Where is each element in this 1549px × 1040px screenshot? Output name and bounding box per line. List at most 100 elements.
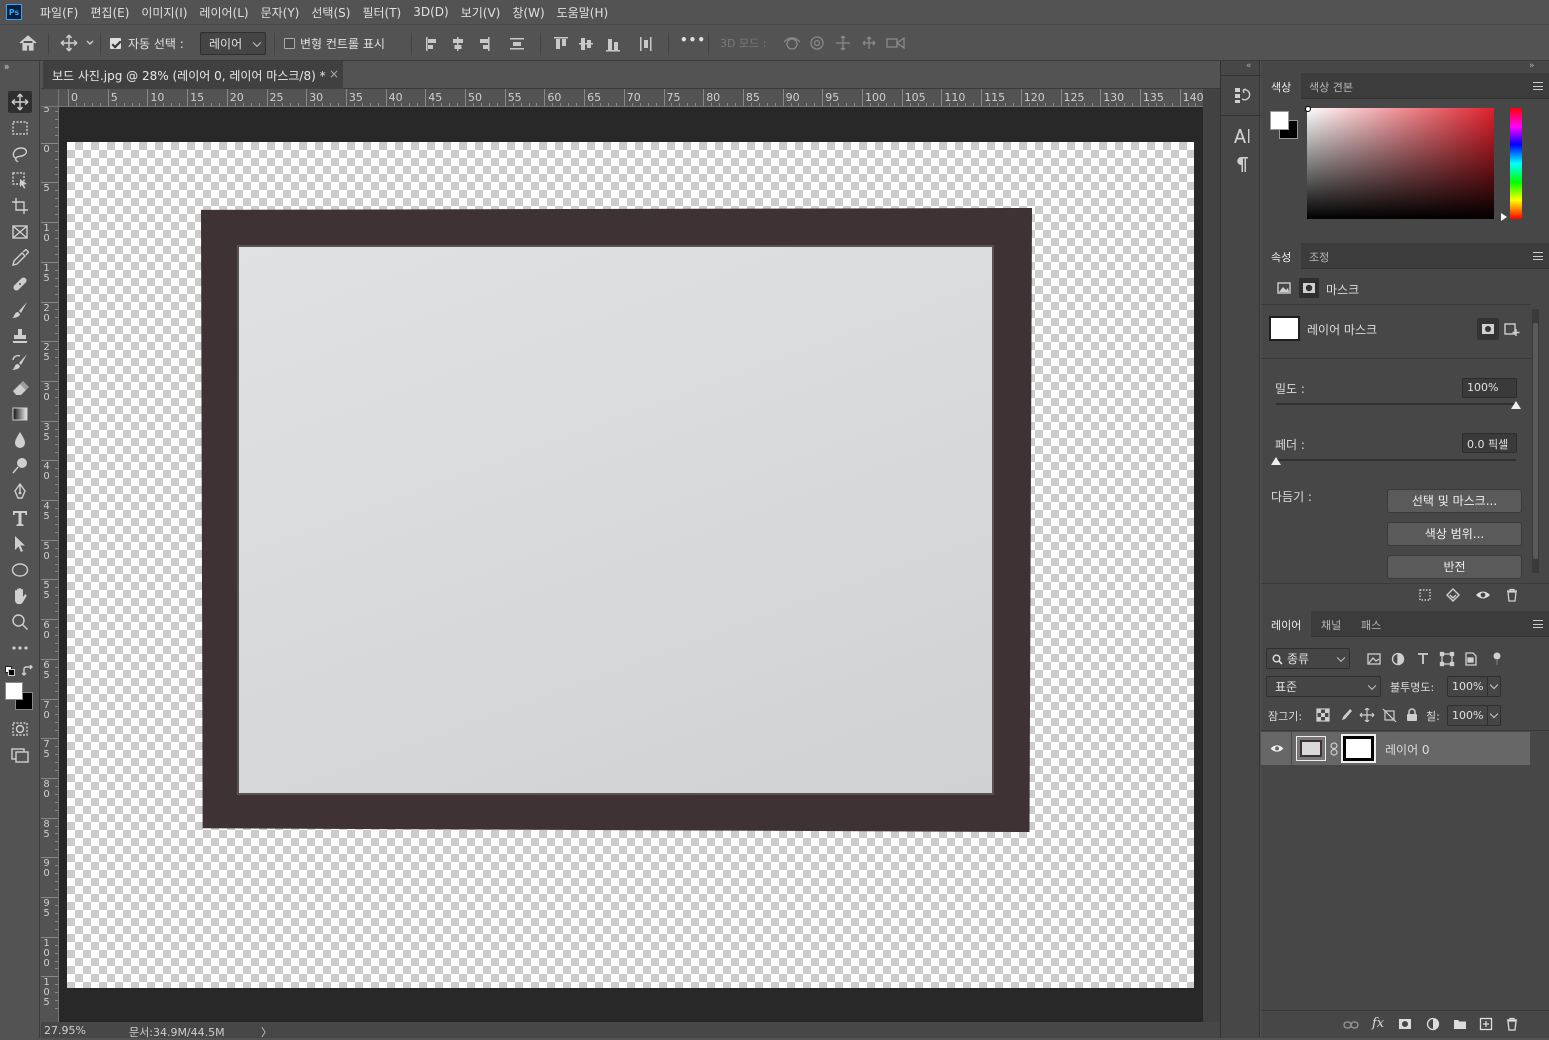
tab-channels[interactable]: 채널 (1311, 611, 1351, 637)
edit-toolbar-icon[interactable] (8, 637, 32, 659)
blur-tool-icon[interactable] (8, 429, 32, 451)
type-tool-icon[interactable] (8, 507, 32, 529)
default-colors-icon[interactable] (5, 666, 15, 676)
vertical-scrollbar[interactable] (1203, 89, 1220, 1022)
delete-mask-icon[interactable] (1505, 588, 1519, 602)
eyedropper-tool-icon[interactable] (8, 247, 32, 269)
color-field-picker[interactable] (1305, 106, 1311, 112)
density-slider-knob[interactable] (1511, 401, 1521, 409)
layer-visibility-eye-icon[interactable] (1270, 743, 1284, 754)
link-layers-icon[interactable] (1343, 1018, 1359, 1032)
properties-panel-menu-icon[interactable] (1533, 252, 1543, 260)
zoom-level[interactable]: 27.95% (44, 1024, 86, 1037)
layer-row[interactable]: 레이어 0 (1261, 732, 1530, 765)
feather-slider[interactable] (1276, 459, 1516, 461)
vertical-ruler[interactable]: 5 0 5 1 0 1 5 2 0 2 5 3 0 3 5 4 0 4 5 5 0 5 5 6 0 6 5 7… (41, 107, 59, 1022)
delete-layer-icon[interactable] (1505, 1017, 1519, 1031)
pixel-layer-icon[interactable] (1277, 281, 1291, 295)
clone-stamp-tool-icon[interactable] (8, 325, 32, 347)
collapse-panels-icon[interactable]: » (1529, 61, 1535, 71)
opacity-dropdown-arrow[interactable] (1487, 677, 1501, 696)
hue-slider[interactable] (1510, 108, 1522, 219)
tab-color[interactable]: 색상 (1261, 73, 1302, 99)
add-vector-mask-icon[interactable] (1504, 321, 1520, 337)
select-and-mask-button[interactable]: 선택 및 마스크... (1387, 489, 1522, 513)
menu-view[interactable]: 보기(V) (455, 4, 507, 21)
invert-button[interactable]: 반전 (1387, 555, 1522, 579)
panel-collapse-icon[interactable]: » (4, 62, 10, 72)
new-layer-icon[interactable] (1479, 1017, 1493, 1031)
toggle-mask-visibility-icon[interactable] (1475, 588, 1491, 602)
menu-file[interactable]: 파일(F) (34, 4, 84, 21)
hue-slider-knob[interactable] (1501, 213, 1507, 221)
new-adjustment-layer-icon[interactable] (1426, 1017, 1440, 1031)
layer-filter-kind-dropdown[interactable]: 종류 (1266, 648, 1350, 669)
character-panel-icon[interactable] (1233, 127, 1251, 145)
menu-type[interactable]: 문자(Y) (255, 4, 306, 21)
layer-mask-link-icon[interactable] (1330, 742, 1338, 756)
menu-select[interactable]: 선택(S) (305, 4, 356, 21)
foreground-color-swatch[interactable] (5, 682, 23, 700)
tab-swatches[interactable]: 색상 견본 (1299, 73, 1363, 99)
healing-brush-tool-icon[interactable] (8, 273, 32, 295)
fill-dropdown-arrow[interactable] (1487, 706, 1501, 725)
quick-mask-icon[interactable] (8, 718, 32, 740)
path-selection-tool-icon[interactable] (8, 533, 32, 555)
new-group-folder-icon[interactable] (1453, 1017, 1467, 1031)
document-tab[interactable]: 보드 사진.jpg @ 28% (레이어 0, 레이어 마스크/8) * × (43, 61, 343, 89)
history-panel-icon[interactable] (1233, 86, 1251, 104)
color-range-button[interactable]: 색상 범위... (1387, 522, 1522, 546)
close-tab-icon[interactable]: × (329, 67, 339, 81)
menu-edit[interactable]: 편집(E) (84, 4, 135, 21)
tab-adjustments[interactable]: 조정 (1299, 243, 1339, 269)
layer-mask-thumbnail-small[interactable] (1341, 734, 1376, 763)
menu-layer[interactable]: 레이어(L) (193, 4, 254, 21)
color-panel-menu-icon[interactable] (1533, 82, 1543, 90)
menu-image[interactable]: 이미지(I) (135, 4, 193, 21)
rectangular-marquee-tool-icon[interactable] (8, 117, 32, 139)
zoom-tool-icon[interactable] (8, 611, 32, 633)
properties-scrollbar[interactable] (1532, 309, 1539, 573)
tab-paths[interactable]: 패스 (1351, 611, 1391, 637)
move-tool-icon[interactable] (8, 91, 32, 113)
color-field[interactable] (1307, 108, 1494, 219)
move-tool-preset-icon[interactable] (60, 34, 96, 52)
dodge-tool-icon[interactable] (8, 455, 32, 477)
tab-properties[interactable]: 속성 (1261, 243, 1302, 269)
gradient-tool-icon[interactable] (8, 403, 32, 425)
hand-tool-icon[interactable] (8, 585, 32, 607)
pen-tool-icon[interactable] (8, 481, 32, 503)
ellipse-tool-icon[interactable] (8, 559, 32, 581)
apply-mask-icon[interactable] (1446, 588, 1460, 602)
layer-style-fx-icon[interactable]: fx (1372, 1016, 1384, 1031)
brush-tool-icon[interactable] (8, 299, 32, 321)
layer-name[interactable]: 레이어 0 (1385, 741, 1430, 758)
density-slider[interactable] (1276, 403, 1516, 405)
menu-help[interactable]: 도움말(H) (551, 4, 615, 21)
frame-tool-icon[interactable] (8, 221, 32, 243)
layers-panel-menu-icon[interactable] (1533, 620, 1543, 628)
blend-mode-dropdown[interactable]: 표준 (1266, 676, 1381, 697)
mask-mode-icon[interactable] (1299, 278, 1319, 298)
lasso-tool-icon[interactable] (8, 143, 32, 165)
more-options-button[interactable]: ••• (680, 33, 706, 47)
horizontal-ruler[interactable]: 0 5 10 15 20 25 30 35 40 45 50 55 60 65 70 75 80 85 90 95 10… (59, 89, 1203, 107)
auto-select-target-dropdown[interactable]: 레이어 (200, 32, 266, 55)
color-panel-foreground[interactable] (1270, 111, 1289, 130)
show-transform-controls-checkbox[interactable] (284, 38, 295, 49)
menu-window[interactable]: 창(W) (506, 4, 550, 21)
density-input[interactable]: 100% (1462, 378, 1517, 398)
menu-3d[interactable]: 3D(D) (407, 5, 454, 19)
load-selection-from-mask-icon[interactable] (1418, 588, 1432, 602)
crop-tool-icon[interactable] (8, 195, 32, 217)
feather-slider-knob[interactable] (1271, 457, 1281, 465)
eraser-tool-icon[interactable] (8, 377, 32, 399)
select-mask-icon[interactable] (1477, 318, 1499, 340)
expand-dock-icon[interactable]: « (1246, 61, 1252, 71)
home-icon[interactable] (18, 34, 38, 52)
screen-mode-icon[interactable] (8, 744, 32, 766)
paragraph-panel-icon[interactable] (1233, 155, 1251, 173)
menu-filter[interactable]: 필터(T) (356, 4, 407, 21)
auto-select-checkbox[interactable] (110, 38, 121, 49)
add-layer-mask-icon[interactable] (1398, 1017, 1412, 1031)
